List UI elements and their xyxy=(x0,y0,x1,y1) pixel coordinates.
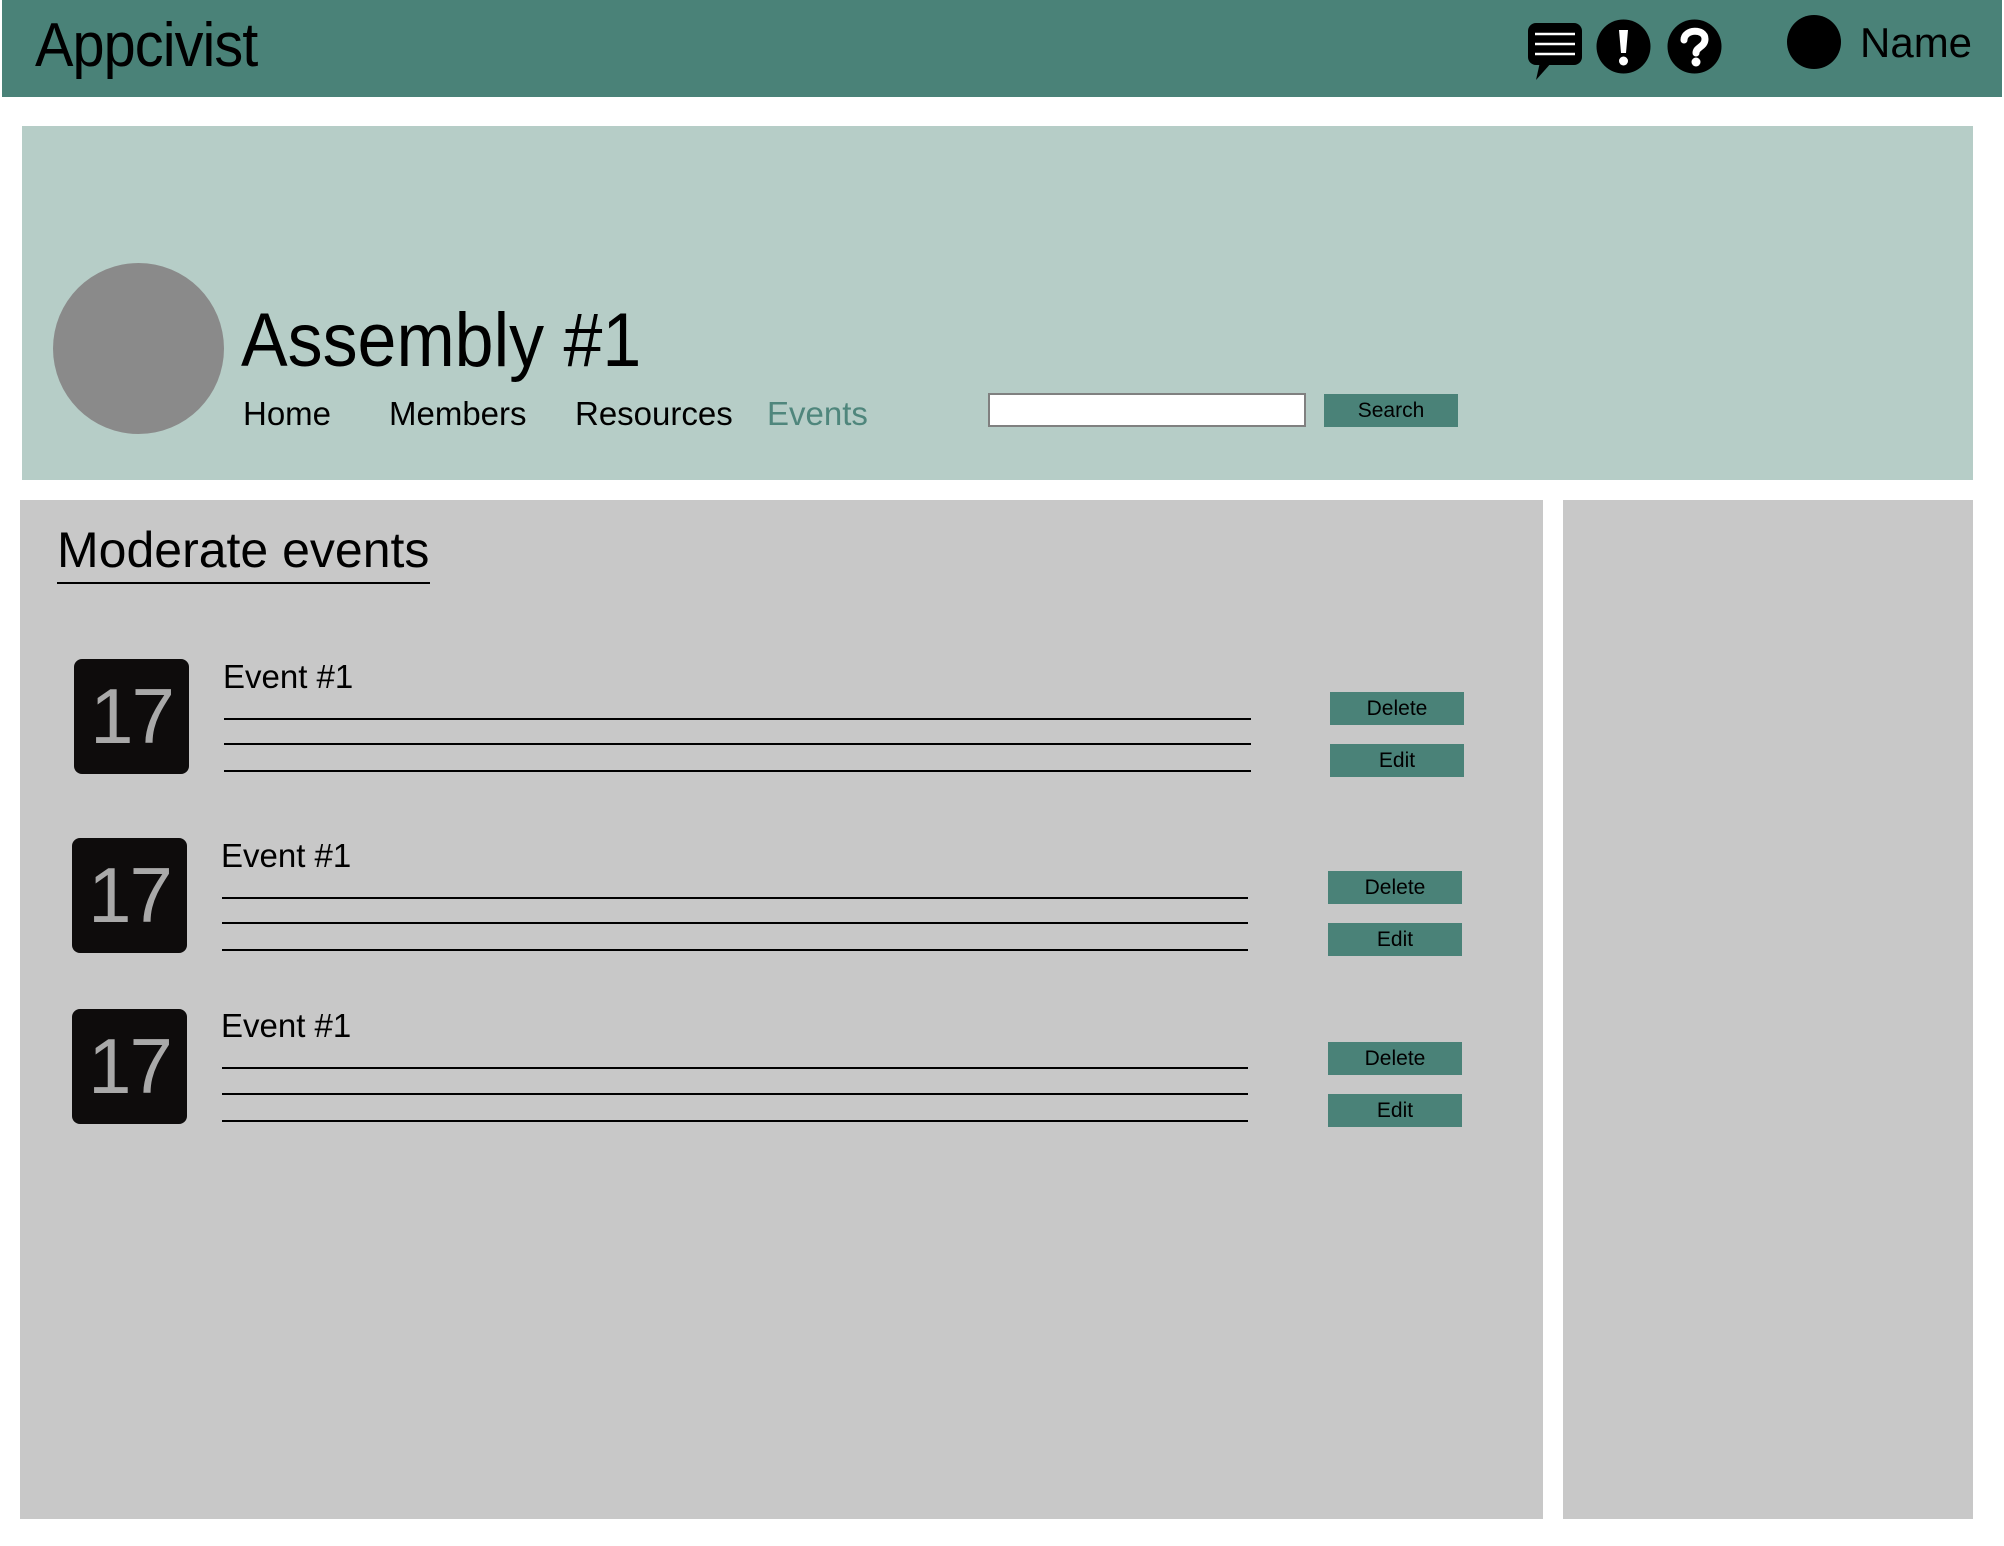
group-title: Assembly #1 xyxy=(241,298,642,383)
event-description-line xyxy=(222,949,1248,951)
edit-event-button[interactable]: Edit xyxy=(1328,923,1462,956)
side-panel xyxy=(1563,500,1973,1519)
nav-events[interactable]: Events xyxy=(767,392,868,436)
group-avatar xyxy=(53,263,224,434)
section-underline xyxy=(57,582,430,584)
event-title[interactable]: Event #1 xyxy=(221,836,351,876)
alert-icon[interactable] xyxy=(1596,19,1651,74)
event-description-line xyxy=(224,743,1251,745)
user-name[interactable]: Name xyxy=(1860,16,1972,70)
chat-icon[interactable] xyxy=(1526,22,1584,82)
search-input[interactable] xyxy=(988,393,1306,427)
user-avatar[interactable] xyxy=(1787,15,1841,69)
event-description-line xyxy=(222,1093,1248,1095)
event-title[interactable]: Event #1 xyxy=(221,1006,351,1046)
event-description-line xyxy=(222,1067,1248,1069)
section-title: Moderate events xyxy=(57,522,430,578)
event-description-line xyxy=(224,718,1251,720)
edit-event-button[interactable]: Edit xyxy=(1330,744,1464,777)
delete-event-button[interactable]: Delete xyxy=(1328,1042,1462,1075)
help-icon[interactable] xyxy=(1667,19,1722,74)
event-date-badge: 17 xyxy=(74,659,189,774)
delete-event-button[interactable]: Delete xyxy=(1328,871,1462,904)
event-description-line xyxy=(222,922,1248,924)
app-logo[interactable]: Appcivist xyxy=(35,6,258,86)
edit-event-button[interactable]: Edit xyxy=(1328,1094,1462,1127)
event-description-line xyxy=(222,1120,1248,1122)
nav-home[interactable]: Home xyxy=(243,392,331,436)
event-date-badge: 17 xyxy=(72,1009,187,1124)
event-title[interactable]: Event #1 xyxy=(223,657,353,697)
nav-resources[interactable]: Resources xyxy=(575,392,733,436)
delete-event-button[interactable]: Delete xyxy=(1330,692,1464,725)
nav-members[interactable]: Members xyxy=(389,392,527,436)
event-description-line xyxy=(222,897,1248,899)
event-date-badge: 17 xyxy=(72,838,187,953)
search-button[interactable]: Search xyxy=(1324,394,1458,427)
event-description-line xyxy=(224,770,1251,772)
